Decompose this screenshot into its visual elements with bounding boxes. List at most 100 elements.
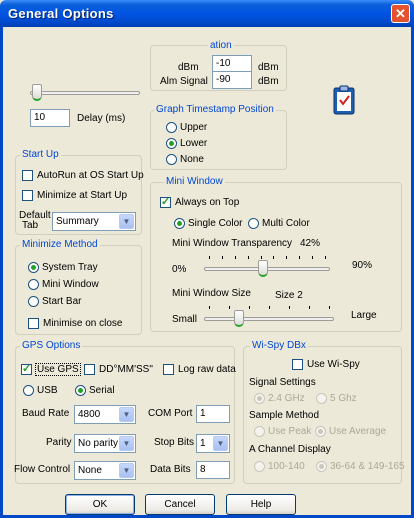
help-button[interactable]: Help <box>226 494 296 515</box>
default-tab-select[interactable]: Summary ▼ <box>52 212 136 231</box>
stop-bits-value: 1 <box>200 438 206 449</box>
serial-label: Serial <box>89 385 115 396</box>
baud-rate-label: Baud Rate <box>22 408 70 419</box>
use-peak-label: Use Peak <box>268 426 312 437</box>
multi-color-radio[interactable] <box>248 218 259 229</box>
slider-tick <box>209 256 210 259</box>
use-gps-label: Use GPS <box>35 363 81 376</box>
size-slider-track[interactable] <box>204 317 334 321</box>
timestamp-upper-radio[interactable] <box>166 122 177 133</box>
band-24-radio[interactable] <box>254 393 265 404</box>
minimize-method-legend: Minimize Method <box>20 239 100 250</box>
transparency-slider-thumb[interactable] <box>258 260 269 277</box>
slider-tick <box>249 306 250 309</box>
top-slider-thumb[interactable] <box>32 84 42 101</box>
chevron-down-icon[interactable]: ▼ <box>213 436 228 451</box>
minimise-on-close-checkbox[interactable] <box>28 318 39 329</box>
band-5-label: 5 Ghz <box>330 393 357 404</box>
ok-button[interactable]: OK <box>65 494 135 515</box>
use-wispy-checkbox[interactable] <box>292 359 303 370</box>
title-bar[interactable]: General Options ✕ <box>0 0 414 27</box>
alarm-row1-unit: dBm <box>258 62 279 73</box>
mini-window-label: Mini Window <box>42 279 99 290</box>
size-value: Size 2 <box>275 290 303 301</box>
flow-control-select[interactable]: None ▼ <box>74 461 136 480</box>
log-raw-checkbox[interactable] <box>163 364 174 375</box>
close-icon[interactable]: ✕ <box>391 4 410 23</box>
slider-tick <box>247 256 249 259</box>
timestamp-legend: Graph Timestamp Position <box>154 104 276 115</box>
default-tab-label-2: Tab <box>22 220 39 231</box>
slider-tick <box>329 306 330 309</box>
use-average-radio[interactable] <box>315 426 326 437</box>
clipboard-icon <box>333 85 355 115</box>
alarm-row2-label: Alm Signal <box>160 76 208 87</box>
transparency-label: Mini Window Transparency <box>172 238 293 249</box>
minimize-startup-checkbox[interactable] <box>22 190 33 201</box>
slider-tick <box>299 256 301 259</box>
size-min-label: Small <box>172 314 198 325</box>
cancel-button[interactable]: Cancel <box>145 494 215 515</box>
serial-radio[interactable] <box>75 385 86 396</box>
mini-window-legend: Mini Window <box>164 176 225 187</box>
minimize-startup-label: Minimize at Start Up <box>37 190 128 201</box>
slider-tick <box>260 256 262 259</box>
channel-display-label: A Channel Display <box>249 444 331 455</box>
use-wispy-label: Use Wi-Spy <box>307 359 360 370</box>
top-slider-track[interactable] <box>30 91 140 95</box>
alarm-legend: ation <box>208 40 234 51</box>
chevron-down-icon[interactable]: ▼ <box>119 214 134 229</box>
com-port-label: COM Port <box>148 408 193 419</box>
flow-control-value: None <box>78 465 102 476</box>
ch-100-label: 100-140 <box>268 461 305 472</box>
usb-radio[interactable] <box>23 385 34 396</box>
single-color-label: Single Color <box>188 218 243 229</box>
multi-color-label: Multi Color <box>262 218 310 229</box>
start-bar-radio[interactable] <box>28 296 39 307</box>
always-on-top-checkbox[interactable] <box>160 195 171 208</box>
slider-tick <box>309 306 310 309</box>
baud-rate-select[interactable]: 4800 ▼ <box>74 405 136 424</box>
usb-label: USB <box>37 385 58 396</box>
data-bits-input[interactable]: 8 <box>196 461 230 479</box>
sample-method-label: Sample Method <box>249 410 320 421</box>
size-slider-thumb[interactable] <box>234 310 244 327</box>
start-bar-label: Start Bar <box>42 296 82 307</box>
ch-100-radio[interactable] <box>254 461 265 472</box>
use-gps-checkbox[interactable] <box>21 362 32 375</box>
system-tray-radio[interactable] <box>28 262 39 273</box>
slider-tick <box>289 306 290 309</box>
mini-window-radio[interactable] <box>28 279 39 290</box>
ch-36-radio[interactable] <box>316 461 327 472</box>
dms-label: DD°MM'SS" <box>99 364 153 375</box>
alarm-row2-input[interactable]: -90 <box>212 71 252 89</box>
stop-bits-select[interactable]: 1 ▼ <box>196 434 230 453</box>
alarm-row1-label: dBm <box>178 62 199 73</box>
transparency-value: 42% <box>300 238 321 249</box>
timestamp-none-radio[interactable] <box>166 154 177 165</box>
parity-value: No parity <box>78 438 119 449</box>
default-tab-value: Summary <box>56 216 99 227</box>
single-color-radio[interactable] <box>174 218 185 229</box>
log-raw-label: Log raw data <box>178 364 236 375</box>
chevron-down-icon[interactable]: ▼ <box>119 463 134 478</box>
com-port-input[interactable]: 1 <box>196 405 230 423</box>
delay-input[interactable]: 10 <box>30 109 70 127</box>
use-average-label: Use Average <box>329 426 387 437</box>
delay-label: Delay (ms) <box>77 113 126 124</box>
timestamp-lower-radio[interactable] <box>166 138 177 149</box>
transparency-min-label: 0% <box>172 264 187 275</box>
autorun-checkbox[interactable] <box>22 170 33 181</box>
timestamp-lower-label: Lower <box>180 138 208 149</box>
ch-36-label: 36-64 & 149-165 <box>330 461 405 472</box>
use-peak-radio[interactable] <box>254 426 265 437</box>
chevron-down-icon[interactable]: ▼ <box>119 407 134 422</box>
size-max-label: Large <box>351 310 377 321</box>
stop-bits-label: Stop Bits <box>154 437 195 448</box>
parity-select[interactable]: No parity ▼ <box>74 434 136 453</box>
band-5-radio[interactable] <box>316 393 327 404</box>
dms-checkbox[interactable] <box>84 364 95 375</box>
size-label: Mini Window Size <box>172 288 251 299</box>
chevron-down-icon[interactable]: ▼ <box>119 436 134 451</box>
autorun-label: AutoRun at OS Start Up <box>37 170 144 181</box>
